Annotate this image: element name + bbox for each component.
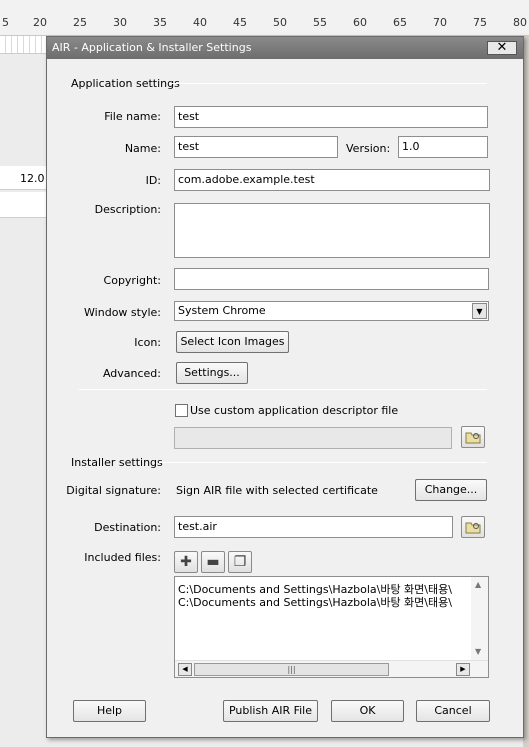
ruler-mark: 30 [113, 16, 127, 29]
timeline-strip [0, 36, 48, 54]
minus-icon: ▬ [206, 554, 220, 570]
chevron-down-icon[interactable]: ▼ [472, 303, 487, 319]
ruler: 5 20 25 30 35 40 45 50 55 60 65 70 75 80 [0, 0, 529, 36]
custom-descriptor-path[interactable] [174, 427, 452, 449]
file-name-label: File name: [104, 110, 161, 123]
change-signature-button[interactable]: Change... [415, 479, 487, 501]
cancel-button[interactable]: Cancel [416, 700, 490, 722]
copyright-input[interactable] [174, 268, 489, 290]
browse-folder-button[interactable] [461, 426, 485, 448]
destination-input[interactable]: test.air [174, 516, 453, 538]
section-divider [159, 462, 487, 463]
custom-descriptor-checkbox[interactable] [175, 404, 188, 417]
included-files-label: Included files: [84, 551, 161, 564]
digital-signature-label: Digital signature: [66, 484, 161, 497]
section-application-settings: Application settings [71, 77, 180, 90]
id-input[interactable]: com.adobe.example.test [174, 169, 490, 191]
window-style-label: Window style: [84, 306, 161, 319]
advanced-label: Advanced: [102, 367, 161, 380]
ruler-mark: 80 [513, 16, 527, 29]
copyright-label: Copyright: [103, 274, 161, 287]
ruler-mark: 65 [393, 16, 407, 29]
add-folder-button[interactable]: ❐ [228, 551, 252, 573]
background-value: 12.0 [20, 172, 45, 185]
ruler-mark: 25 [73, 16, 87, 29]
scroll-up-icon[interactable]: ▲ [475, 580, 481, 589]
list-item[interactable]: C:\Documents and Settings\Hazbola\바탕 화면\… [178, 594, 452, 610]
description-label: Description: [94, 203, 161, 216]
remove-file-button[interactable]: ▬ [201, 551, 225, 573]
ruler-mark: 70 [433, 16, 447, 29]
close-icon: ✕ [496, 40, 508, 55]
window-style-select[interactable]: System Chrome ▼ [174, 301, 489, 321]
file-name-input[interactable]: test [174, 106, 488, 128]
window-style-value: System Chrome [178, 304, 266, 317]
custom-descriptor-label: Use custom application descriptor file [190, 404, 399, 417]
description-textarea[interactable] [174, 203, 490, 258]
version-input[interactable]: 1.0 [398, 136, 488, 158]
ok-button[interactable]: OK [331, 700, 404, 722]
ruler-mark: 50 [273, 16, 287, 29]
select-icon-images-button[interactable]: Select Icon Images [176, 331, 289, 353]
advanced-settings-button[interactable]: Settings... [176, 362, 248, 384]
name-label: Name: [124, 142, 161, 155]
ruler-mark: 5 [2, 16, 9, 29]
section-installer-settings: Installer settings [71, 456, 163, 469]
name-input[interactable]: test [174, 136, 338, 158]
scroll-down-icon[interactable]: ▼ [475, 647, 481, 656]
horizontal-scrollbar[interactable]: ◀ ||| ▶ [175, 660, 488, 677]
folder-icon [465, 432, 481, 444]
help-button[interactable]: Help [73, 700, 146, 722]
destination-label: Destination: [94, 521, 161, 534]
digital-signature-value: Sign AIR file with selected certificate [176, 484, 378, 497]
icon-label: Icon: [134, 336, 161, 349]
ruler-mark: 35 [153, 16, 167, 29]
scroll-left-icon[interactable]: ◀ [178, 663, 192, 676]
ruler-mark: 55 [313, 16, 327, 29]
scroll-right-icon[interactable]: ▶ [456, 663, 470, 676]
publish-air-file-button[interactable]: Publish AIR File [223, 700, 318, 722]
add-file-button[interactable]: ✚ [174, 551, 198, 573]
folder-icon [465, 522, 481, 534]
plus-icon: ✚ [180, 554, 192, 570]
close-button[interactable]: ✕ [487, 41, 517, 55]
section-divider [79, 389, 487, 390]
folder-plus-icon: ❐ [233, 554, 247, 570]
section-divider [169, 83, 487, 84]
browse-destination-button[interactable] [461, 516, 485, 538]
ruler-mark: 20 [33, 16, 47, 29]
ruler-mark: 40 [193, 16, 207, 29]
dialog-title: AIR - Application & Installer Settings [52, 41, 252, 54]
background-field[interactable] [0, 192, 48, 218]
included-files-list[interactable]: C:\Documents and Settings\Hazbola\바탕 화면\… [174, 576, 489, 678]
ruler-mark: 60 [353, 16, 367, 29]
ruler-mark: 75 [473, 16, 487, 29]
ruler-mark: 45 [233, 16, 247, 29]
dialog-titlebar: AIR - Application & Installer Settings ✕ [47, 37, 523, 59]
version-label: Version: [346, 142, 391, 155]
air-settings-dialog: AIR - Application & Installer Settings ✕… [46, 36, 524, 738]
scroll-thumb[interactable]: ||| [194, 663, 389, 676]
id-label: ID: [145, 174, 161, 187]
